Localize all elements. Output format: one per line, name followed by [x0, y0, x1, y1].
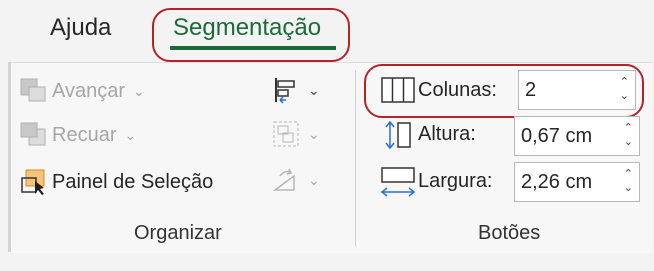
spinner-arrows-icon[interactable]: ⌃ ⌄: [624, 121, 633, 149]
painel-selecao-button[interactable]: Painel de Seleção: [20, 168, 213, 196]
largura-spinner[interactable]: 2,26 cm ⌃ ⌄: [514, 162, 640, 202]
annotation-ellipse-tab: [152, 8, 350, 62]
group-objects-icon: [272, 120, 300, 148]
chevron-down-icon: ⌄: [308, 125, 320, 142]
rotate-icon: [272, 166, 300, 194]
group-button[interactable]: ⌄: [272, 120, 320, 148]
panel-left-edge: [8, 62, 11, 252]
avancar-button[interactable]: Avançar ⌄: [20, 78, 145, 104]
group-label-organizar: Organizar: [134, 222, 222, 244]
colunas-spinner[interactable]: 2 ⌃ ⌄: [518, 70, 636, 110]
largura-label: Largura:: [418, 170, 493, 192]
chevron-down-icon: ⌄: [308, 171, 320, 188]
width-icon: [380, 166, 416, 198]
spinner-arrows-icon[interactable]: ⌃ ⌄: [620, 75, 629, 103]
align-button[interactable]: ⌄: [272, 76, 320, 104]
chevron-down-icon: ⌄: [124, 126, 137, 143]
columns-icon: [380, 76, 416, 104]
altura-value: 0,67 cm: [521, 124, 593, 147]
group-separator: [355, 70, 356, 246]
colunas-value: 2: [525, 78, 537, 101]
ribbon: Ajuda Segmentação Avançar ⌄ Recuar ⌄ Pai…: [0, 0, 654, 271]
align-left-icon: [272, 76, 300, 104]
selection-pane-icon: [20, 168, 48, 196]
colunas-label: Colunas:: [418, 79, 497, 101]
painel-selecao-label: Painel de Seleção: [52, 170, 214, 193]
altura-label: Altura:: [418, 123, 476, 145]
altura-spinner[interactable]: 0,67 cm ⌃ ⌄: [514, 116, 640, 156]
largura-value: 2,26 cm: [521, 170, 593, 193]
rotate-button[interactable]: ⌄: [272, 166, 320, 194]
bring-forward-icon: [20, 78, 48, 104]
recuar-button[interactable]: Recuar ⌄: [20, 122, 136, 148]
chevron-down-icon: ⌄: [308, 81, 320, 98]
height-icon: [382, 120, 414, 150]
send-backward-icon: [20, 122, 48, 148]
tab-ajuda[interactable]: Ajuda: [50, 14, 111, 42]
chevron-down-icon: ⌄: [133, 82, 145, 99]
avancar-label: Avançar: [52, 79, 126, 102]
recuar-label: Recuar: [52, 123, 117, 146]
spinner-arrows-icon[interactable]: ⌃ ⌄: [624, 167, 633, 195]
group-label-botoes: Botões: [478, 222, 541, 244]
